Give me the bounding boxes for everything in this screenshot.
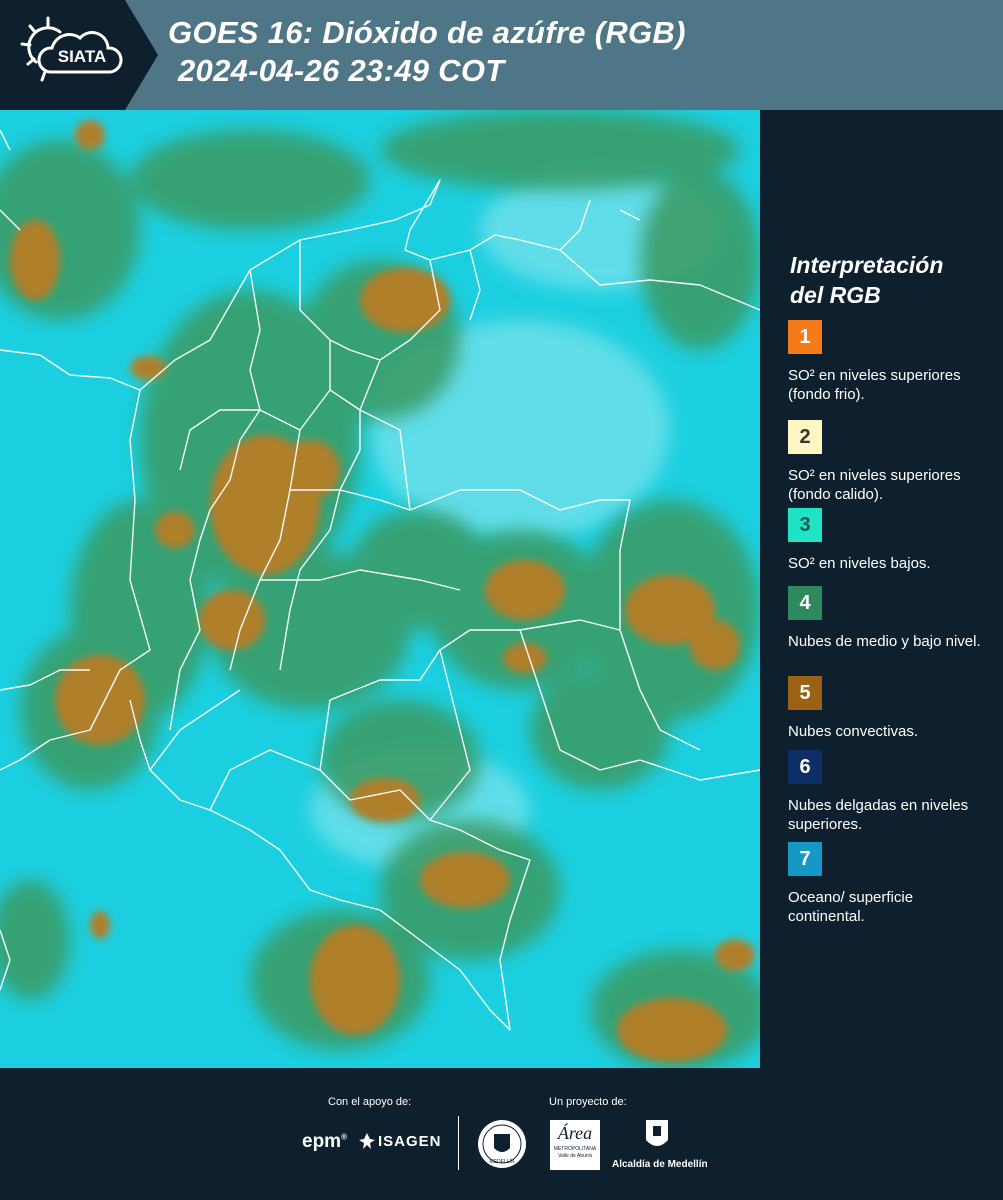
legend-title-line-2: del RGB (790, 282, 881, 308)
siata-logo: SIATA (0, 0, 158, 110)
support-label: Con el apoyo de: (328, 1096, 412, 1108)
legend-swatch: 1 (788, 320, 822, 354)
legend-swatch: 4 (788, 586, 822, 620)
alcaldia-label: Alcaldía de Medellín (612, 1159, 708, 1170)
legend-description: Oceano/ superficie continental. (788, 889, 914, 925)
legend-swatch: 2 (788, 420, 822, 454)
epm-logo: epm® (302, 1131, 347, 1152)
legend-description: SO² en niveles bajos. (788, 555, 931, 572)
project-label: Un proyecto de: (549, 1096, 627, 1108)
legend-swatch: 6 (788, 750, 822, 784)
legend-title-line-1: Interpretación (790, 252, 944, 278)
area-metropolitana-logo: Área METROPOLITANA Valle de Aburrá (550, 1120, 600, 1170)
medellin-seal-logo: MEDELLÍN (478, 1120, 526, 1168)
satellite-image (0, 110, 760, 1068)
footer-divider (458, 1116, 459, 1170)
svg-text:SIATA: SIATA (58, 47, 106, 66)
legend-item-7: 7 Oceano/ superficie continental. (788, 842, 988, 926)
satellite-map[interactable] (0, 110, 760, 1068)
legend-description: Nubes delgadas en niveles superiores. (788, 797, 969, 833)
legend-swatch: 5 (788, 676, 822, 710)
legend-panel: Interpretación del RGB 1 SO² en niveles s… (760, 110, 1003, 1068)
legend-description: SO² en niveles superiores (fondo frio). (788, 367, 961, 403)
isagen-logo: ISAGEN (358, 1132, 442, 1150)
title-line-1: GOES 16: Dióxido de azúfre (RGB) (168, 15, 686, 50)
legend-swatch: 3 (788, 508, 822, 542)
legend-description: Nubes convectivas. (788, 723, 919, 740)
alcaldia-crest-icon (646, 1120, 668, 1146)
header: SIATA GOES 16: Dióxido de azúfre (RGB) 2… (0, 0, 1003, 110)
title-timestamp: 2024-04-26 23:49 COT (178, 53, 505, 88)
legend-item-4: 4 Nubes de medio y bajo nivel. (788, 586, 988, 651)
isagen-symbol-icon (359, 1133, 375, 1149)
legend-item-1: 1 SO² en niveles superiores (fondo frio). (788, 320, 988, 404)
legend-item-6: 6 Nubes delgadas en niveles superiores. (788, 750, 988, 834)
page-title: GOES 16: Dióxido de azúfre (RGB) 2024-04… (168, 14, 686, 90)
legend-description: SO² en niveles superiores (fondo calido)… (788, 467, 961, 503)
legend-title: Interpretación del RGB (790, 250, 943, 310)
legend-swatch: 7 (788, 842, 822, 876)
legend-item-5: 5 Nubes convectivas. (788, 676, 988, 741)
footer: Con el apoyo de: Un proyecto de: epm® IS… (0, 1068, 1003, 1200)
legend-description: Nubes de medio y bajo nivel. (788, 633, 981, 650)
legend-item-2: 2 SO² en niveles superiores (fondo calido… (788, 420, 988, 504)
svg-text:MEDELLÍN: MEDELLÍN (489, 1158, 514, 1165)
legend-item-3: 3 SO² en niveles bajos. (788, 508, 988, 573)
